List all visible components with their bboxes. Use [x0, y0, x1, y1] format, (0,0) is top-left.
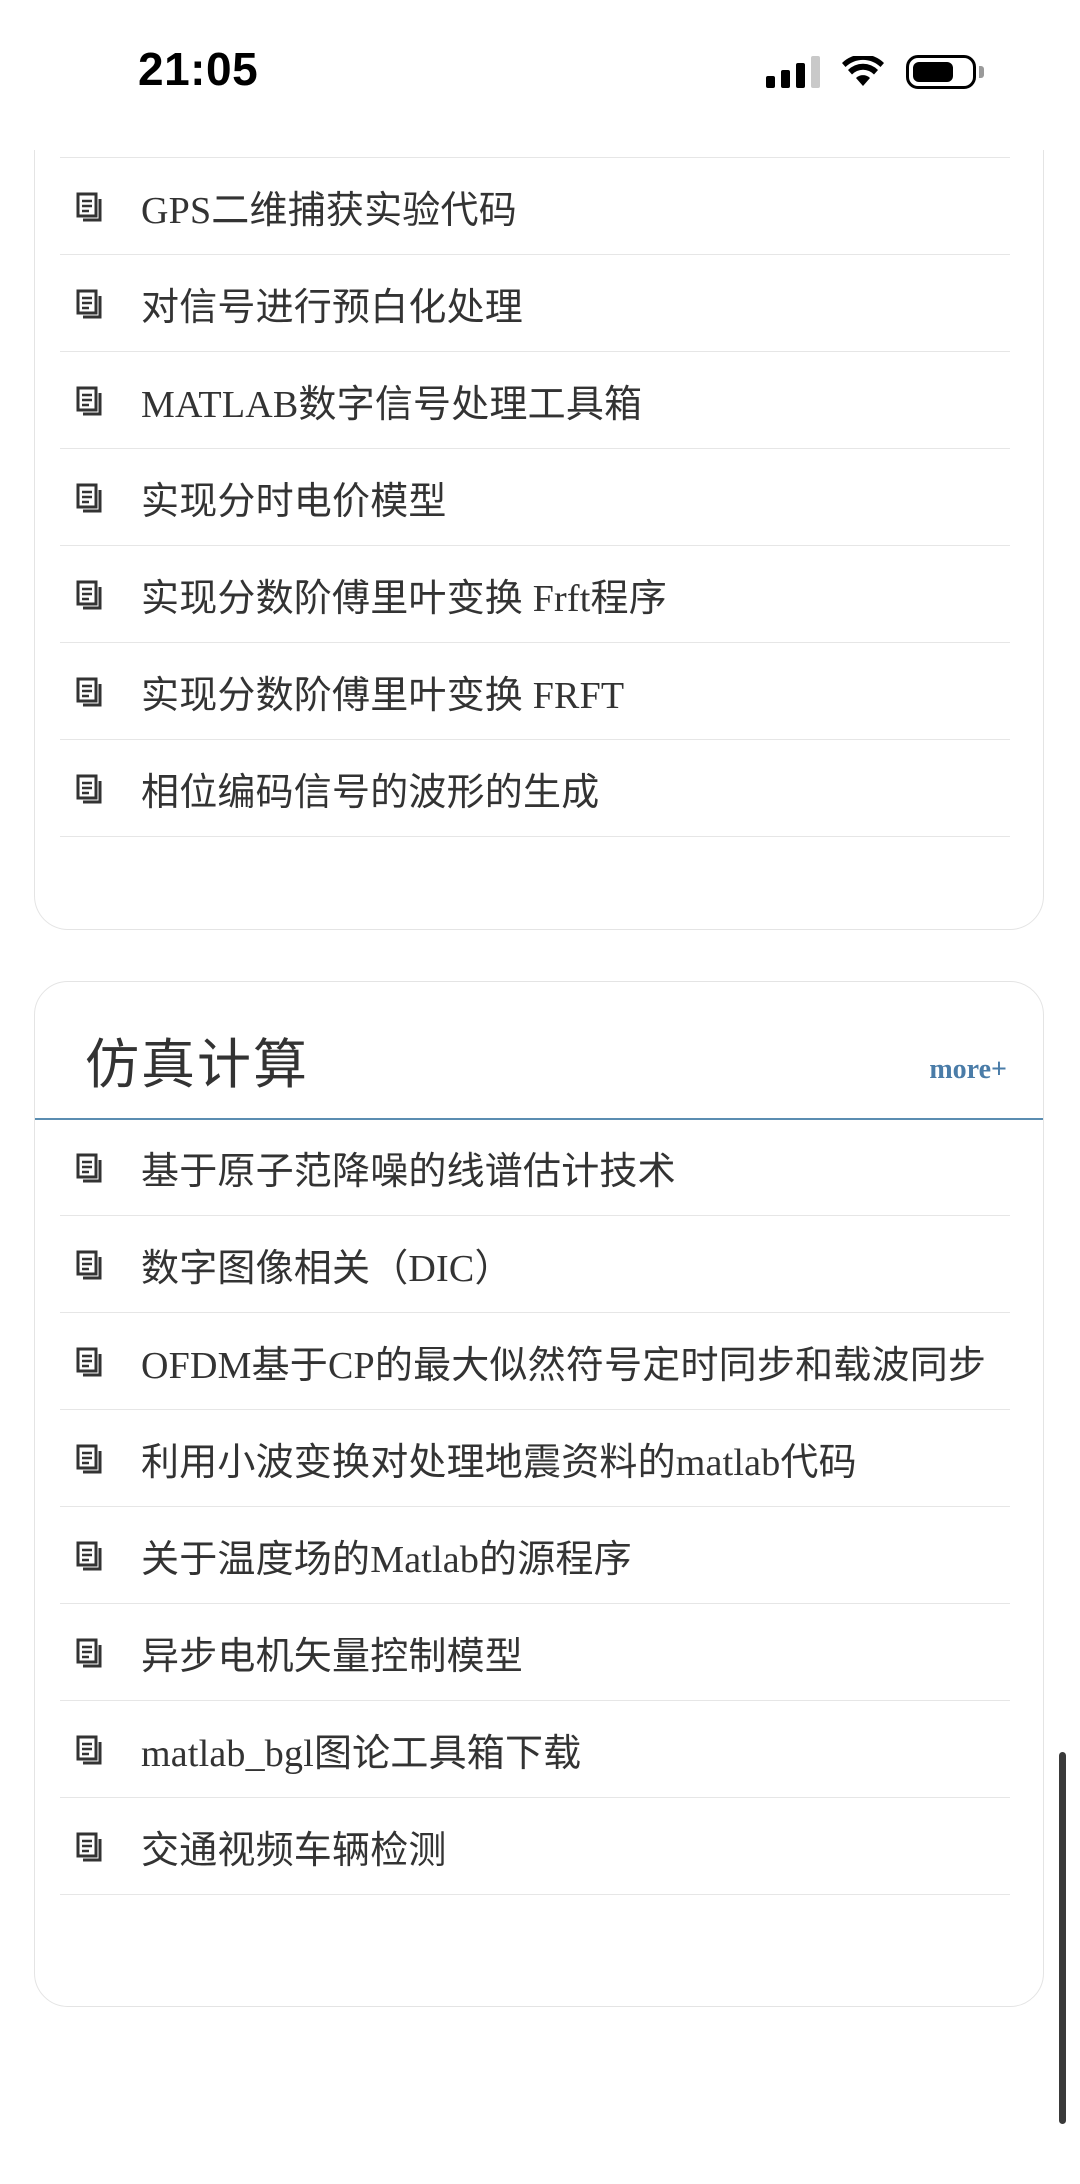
wifi-icon	[842, 56, 884, 86]
list-item-label: MATLAB数字信号处理工具箱	[141, 383, 643, 426]
list-item-label: 异步电机矢量控制模型	[141, 1635, 524, 1678]
document-list-icon	[76, 1541, 102, 1571]
list-item-label: 实现分数阶傅里叶变换 Frft程序	[141, 577, 667, 620]
document-list-icon	[76, 1832, 102, 1862]
battery-icon	[906, 55, 984, 89]
list-item[interactable]: 相位编码信号的波形的生成	[60, 740, 1010, 837]
list-item[interactable]: 交通视频车辆检测	[60, 1798, 1010, 1895]
document-list-icon	[76, 1153, 102, 1183]
list-item[interactable]: 数字图像相关（DIC）	[60, 1216, 1010, 1313]
list-item-label: matlab_bgl图论工具箱下载	[141, 1732, 582, 1775]
status-time: 21:05	[138, 43, 259, 95]
list-item[interactable]: 基于原子范降噪的线谱估计技术	[60, 1119, 1010, 1216]
document-list-icon	[76, 580, 102, 610]
document-list-icon	[76, 677, 102, 707]
document-list-icon	[76, 192, 102, 222]
list-item[interactable]: GPS二维捕获实验代码	[60, 158, 1010, 255]
list-item-label: 数字图像相关（DIC）	[141, 1247, 513, 1290]
document-list-icon	[76, 1347, 102, 1377]
more-link[interactable]: more+	[929, 1054, 1007, 1086]
list-item[interactable]: 实现分时电价模型	[60, 449, 1010, 546]
list-item[interactable]: 实现分数阶傅里叶变换 FRFT	[60, 643, 1010, 740]
status-icons	[766, 52, 984, 92]
list-item-label: 对信号进行预白化处理	[141, 286, 524, 329]
simulation-card: 仿真计算 more+ 基于原子范降噪的线谱估计技术 数字图像相关（DIC） OF…	[34, 981, 1044, 2007]
list-item[interactable]: 利用小波变换对处理地震资料的matlab代码	[60, 1410, 1010, 1507]
list-item[interactable]: 对信号进行预白化处理	[60, 255, 1010, 352]
document-list-icon	[76, 386, 102, 416]
list-item-label: 利用小波变换对处理地震资料的matlab代码	[141, 1441, 857, 1484]
section-title: 仿真计算	[85, 1033, 309, 1096]
list-item[interactable]: 实现分数阶傅里叶变换 Frft程序	[60, 546, 1010, 643]
document-list-icon	[76, 483, 102, 513]
list-item[interactable]: OFDM基于CP的最大似然符号定时同步和载波同步	[60, 1313, 1010, 1410]
scrollbar-thumb[interactable]	[1059, 1752, 1066, 2124]
list-item-label: 相位编码信号的波形的生成	[141, 771, 600, 814]
document-list-icon	[76, 289, 102, 319]
list-item[interactable]: matlab_bgl图论工具箱下载	[60, 1701, 1010, 1798]
document-list-icon	[76, 1735, 102, 1765]
status-bar: 21:05	[0, 0, 1080, 150]
document-list-icon	[76, 774, 102, 804]
list-item[interactable]: 异步电机矢量控制模型	[60, 1604, 1010, 1701]
list-item-label: 实现分数阶傅里叶变换 FRFT	[141, 674, 625, 717]
list-item-label: 实现分时电价模型	[141, 480, 447, 523]
top-article-card: GPS二维捕获实验代码 对信号进行预白化处理 MATLAB数字信号处理工具箱 实…	[34, 60, 1044, 930]
list-item-label: 关于温度场的Matlab的源程序	[141, 1538, 632, 1581]
list-item-label: 基于原子范降噪的线谱估计技术	[141, 1150, 676, 1193]
cellular-signal-icon	[766, 56, 820, 88]
simulation-article-list: 基于原子范降噪的线谱估计技术 数字图像相关（DIC） OFDM基于CP的最大似然…	[60, 1119, 1010, 1895]
list-item-label: 交通视频车辆检测	[141, 1829, 447, 1872]
list-item-label: GPS二维捕获实验代码	[141, 189, 517, 232]
document-list-icon	[76, 1250, 102, 1280]
list-item[interactable]: MATLAB数字信号处理工具箱	[60, 352, 1010, 449]
document-list-icon	[76, 1444, 102, 1474]
top-article-list: GPS二维捕获实验代码 对信号进行预白化处理 MATLAB数字信号处理工具箱 实…	[60, 157, 1010, 837]
list-item[interactable]: 关于温度场的Matlab的源程序	[60, 1507, 1010, 1604]
list-item-label: OFDM基于CP的最大似然符号定时同步和载波同步	[141, 1344, 987, 1387]
document-list-icon	[76, 1638, 102, 1668]
